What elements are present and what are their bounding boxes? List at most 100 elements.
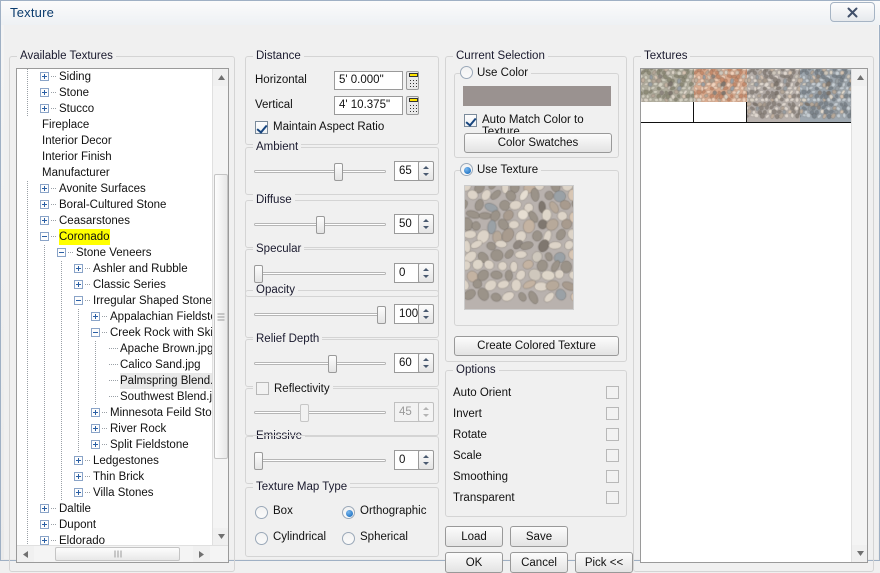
tree-node[interactable]: Manufacturer bbox=[17, 165, 213, 181]
tree-node[interactable]: Interior Finish bbox=[17, 149, 213, 165]
tree-node[interactable]: Villa Stones bbox=[17, 485, 213, 501]
expand-icon[interactable] bbox=[74, 472, 83, 481]
expand-icon[interactable] bbox=[40, 216, 49, 225]
tree-node[interactable]: Irregular Shaped Stones bbox=[17, 293, 213, 309]
collapse-icon[interactable] bbox=[91, 328, 100, 337]
specular-stepper[interactable] bbox=[418, 263, 434, 283]
emissive-value-input[interactable]: 0 bbox=[394, 450, 421, 470]
collapse-icon[interactable] bbox=[40, 232, 49, 241]
tree-node[interactable]: River Rock bbox=[17, 421, 213, 437]
textures-scroll-down-button[interactable] bbox=[852, 545, 868, 562]
tree-node[interactable]: Avonite Surfaces bbox=[17, 181, 213, 197]
option-checkbox-smoothing[interactable] bbox=[606, 470, 619, 483]
map-type-radio-spherical[interactable] bbox=[342, 532, 355, 545]
expand-icon[interactable] bbox=[91, 424, 100, 433]
texture-thumbnail[interactable] bbox=[641, 69, 694, 122]
calculator-icon[interactable] bbox=[406, 96, 419, 115]
auto-match-color-checkbox[interactable] bbox=[464, 114, 477, 127]
tree-node[interactable]: Appalachian Fieldstone bbox=[17, 309, 213, 325]
option-checkbox-scale[interactable] bbox=[606, 449, 619, 462]
close-icon[interactable] bbox=[830, 2, 875, 22]
tree-node[interactable]: Stone bbox=[17, 85, 213, 101]
emissive-slider-track[interactable] bbox=[254, 459, 386, 462]
ambient-slider-thumb[interactable] bbox=[334, 163, 343, 181]
relief-slider-thumb[interactable] bbox=[328, 355, 337, 373]
create-colored-texture-button[interactable]: Create Colored Texture bbox=[454, 336, 619, 356]
specular-slider-track[interactable] bbox=[254, 272, 386, 275]
tree-node[interactable]: Calico Sand.jpg bbox=[17, 357, 213, 373]
emissive-slider-thumb[interactable] bbox=[254, 452, 263, 470]
opacity-value-input[interactable]: 100 bbox=[394, 304, 421, 324]
expand-icon[interactable] bbox=[74, 264, 83, 273]
collapse-icon[interactable] bbox=[57, 248, 66, 257]
cancel-button[interactable]: Cancel bbox=[510, 552, 568, 573]
option-checkbox-auto-orient[interactable] bbox=[606, 386, 619, 399]
expand-icon[interactable] bbox=[40, 520, 49, 529]
emissive-stepper[interactable] bbox=[418, 450, 434, 470]
tree-horizontal-scrollbar[interactable] bbox=[17, 545, 228, 562]
map-type-radio-orthographic[interactable] bbox=[342, 506, 355, 519]
ambient-stepper[interactable] bbox=[418, 161, 434, 181]
expand-icon[interactable] bbox=[40, 200, 49, 209]
expand-icon[interactable] bbox=[74, 280, 83, 289]
tree-node[interactable]: Fireplace bbox=[17, 117, 213, 133]
tree-node[interactable]: Palmspring Blend.jp bbox=[17, 373, 213, 389]
tree-node[interactable]: Ashler and Rubble bbox=[17, 261, 213, 277]
textures-vertical-scrollbar[interactable] bbox=[851, 69, 867, 562]
opacity-slider-thumb[interactable] bbox=[377, 306, 386, 324]
tree-node[interactable]: Daltile bbox=[17, 501, 213, 517]
tree-node[interactable]: Creek Rock with Skipp bbox=[17, 325, 213, 341]
texture-thumbnail[interactable] bbox=[694, 69, 747, 122]
collapse-icon[interactable] bbox=[74, 296, 83, 305]
texture-thumbnail[interactable] bbox=[799, 69, 852, 122]
reflectivity-slider-thumb[interactable] bbox=[300, 404, 309, 422]
expand-icon[interactable] bbox=[91, 440, 100, 449]
tree-node[interactable]: Ledgestones bbox=[17, 453, 213, 469]
tree-node[interactable]: Ceasarstones bbox=[17, 213, 213, 229]
expand-icon[interactable] bbox=[91, 408, 100, 417]
expand-icon[interactable] bbox=[40, 184, 49, 193]
option-checkbox-invert[interactable] bbox=[606, 407, 619, 420]
diffuse-value-input[interactable]: 50 bbox=[394, 214, 421, 234]
textures-list[interactable] bbox=[640, 68, 868, 563]
reflectivity-slider-track[interactable] bbox=[254, 411, 386, 414]
expand-icon[interactable] bbox=[40, 72, 49, 81]
use-color-radio[interactable] bbox=[460, 66, 473, 79]
ambient-value-input[interactable]: 65 bbox=[394, 161, 421, 181]
texture-thumbnail[interactable] bbox=[747, 69, 800, 122]
vertical-input[interactable]: 4' 10.375" bbox=[334, 96, 403, 115]
tree-node[interactable]: Coronado bbox=[17, 229, 213, 245]
diffuse-stepper[interactable] bbox=[418, 214, 434, 234]
tree-node[interactable]: Split Fieldstone bbox=[17, 437, 213, 453]
diffuse-slider-thumb[interactable] bbox=[316, 216, 325, 234]
tree-scroll-right-button[interactable] bbox=[193, 546, 210, 562]
tree-node[interactable]: Stone Veneers bbox=[17, 245, 213, 261]
tree-node[interactable]: Southwest Blend.jp bbox=[17, 389, 213, 405]
tree-scroll-left-button[interactable] bbox=[17, 546, 34, 562]
use-texture-radio[interactable] bbox=[460, 163, 473, 176]
color-swatches-button[interactable]: Color Swatches bbox=[464, 133, 612, 153]
reflectivity-checkbox[interactable] bbox=[256, 382, 269, 395]
relief-value-input[interactable]: 60 bbox=[394, 353, 421, 373]
relief-slider-track[interactable] bbox=[254, 362, 386, 365]
option-checkbox-transparent[interactable] bbox=[606, 491, 619, 504]
tree-node[interactable]: Thin Brick bbox=[17, 469, 213, 485]
option-checkbox-rotate[interactable] bbox=[606, 428, 619, 441]
expand-icon[interactable] bbox=[40, 88, 49, 97]
maintain-aspect-ratio-checkbox[interactable] bbox=[255, 121, 268, 134]
tree-node[interactable]: Classic Series bbox=[17, 277, 213, 293]
relief-stepper[interactable] bbox=[418, 353, 434, 373]
texture-tree[interactable]: SidingStoneStuccoFireplaceInterior Decor… bbox=[16, 68, 229, 563]
tree-scroll-down-button[interactable] bbox=[213, 528, 229, 545]
ok-button[interactable]: OK bbox=[445, 552, 503, 573]
tree-node[interactable]: Siding bbox=[17, 69, 213, 85]
save-button[interactable]: Save bbox=[510, 526, 568, 547]
map-type-radio-cylindrical[interactable] bbox=[255, 532, 268, 545]
tree-node[interactable]: Apache Brown.jpg bbox=[17, 341, 213, 357]
tree-node[interactable]: Stucco bbox=[17, 101, 213, 117]
expand-icon[interactable] bbox=[91, 312, 100, 321]
load-button[interactable]: Load bbox=[445, 526, 503, 547]
expand-icon[interactable] bbox=[40, 536, 49, 545]
expand-icon[interactable] bbox=[74, 488, 83, 497]
calculator-icon[interactable] bbox=[406, 71, 419, 90]
